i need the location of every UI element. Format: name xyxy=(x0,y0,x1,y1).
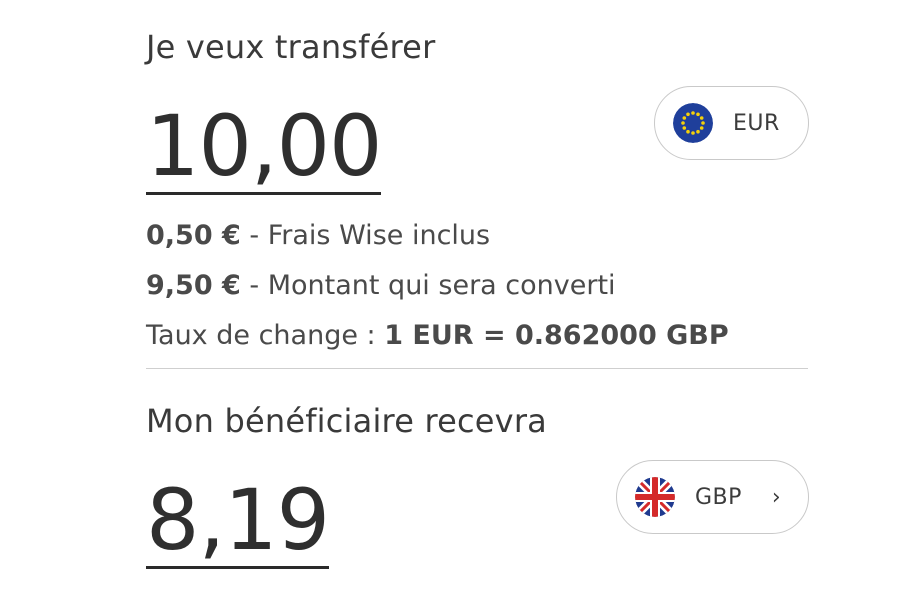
fee-line: 0,50 € - Frais Wise inclus xyxy=(146,220,490,251)
receive-currency-selector[interactable]: GBP › xyxy=(616,460,809,534)
exchange-rate-prefix: Taux de change : xyxy=(146,320,385,351)
transfer-calculator: Je veux transférer 10,00 EUR 0,50 € - Fr… xyxy=(0,0,900,600)
send-currency-selector[interactable]: EUR xyxy=(654,86,809,160)
exchange-rate-line: Taux de change : 1 EUR = 0.862000 GBP xyxy=(146,320,729,351)
receive-currency-code: GBP xyxy=(695,484,742,510)
converted-text: - Montant qui sera converti xyxy=(240,270,616,301)
exchange-rate-value: 1 EUR = 0.862000 GBP xyxy=(384,320,729,351)
receive-label: Mon bénéficiaire recevra xyxy=(146,402,547,440)
receive-amount-input[interactable]: 8,19 xyxy=(146,478,330,569)
uk-flag-icon xyxy=(635,477,675,517)
chevron-right-icon: › xyxy=(771,484,781,510)
send-amount-input[interactable]: 10,00 xyxy=(146,104,382,195)
fee-value: 0,50 € xyxy=(146,220,241,251)
converted-line: 9,50 € - Montant qui sera converti xyxy=(146,270,616,301)
eu-flag-icon xyxy=(673,103,713,143)
fee-text: - Frais Wise inclus xyxy=(240,220,491,251)
converted-value: 9,50 € xyxy=(146,270,241,301)
send-currency-code: EUR xyxy=(733,110,780,136)
send-label: Je veux transférer xyxy=(146,28,436,66)
section-divider xyxy=(146,368,808,369)
